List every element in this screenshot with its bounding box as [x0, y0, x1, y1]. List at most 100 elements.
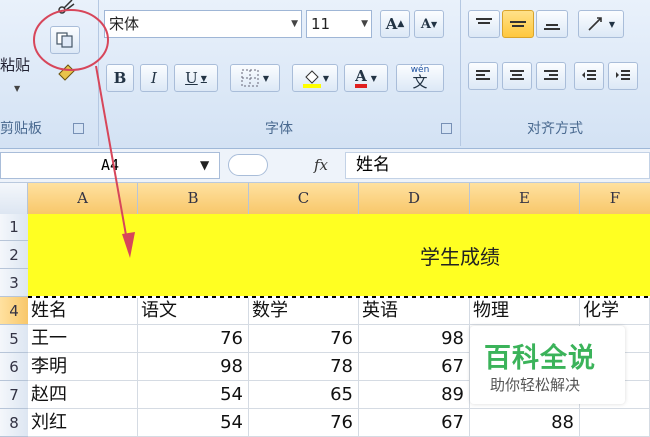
column-header-a[interactable]: A [28, 183, 138, 214]
row-header-7[interactable]: 7 [0, 381, 28, 409]
clipboard-group: 粘贴 ▼ 剪贴板 [0, 0, 99, 146]
chevron-down-icon: ▼ [608, 19, 616, 29]
select-all-button[interactable] [0, 183, 28, 214]
table-cell[interactable]: 65 [249, 381, 359, 409]
column-header-b[interactable]: B [138, 183, 249, 214]
header-cell[interactable]: 姓名 [28, 297, 138, 325]
column-header-d[interactable]: D [359, 183, 470, 214]
column-header-c[interactable]: C [249, 183, 359, 214]
clipboard-launcher-icon[interactable] [73, 123, 84, 134]
table-cell[interactable]: 98 [359, 325, 470, 353]
row-header-8[interactable]: 8 [0, 409, 28, 437]
formula-value: 姓名 [356, 155, 390, 175]
cut-button[interactable] [56, 0, 84, 16]
chevron-down-icon: ▼ [262, 73, 270, 83]
table-cell[interactable]: 赵四 [28, 381, 138, 409]
borders-button[interactable]: ▼ [230, 64, 280, 92]
watermark-brand: 百科全说 [484, 343, 596, 374]
align-center-button[interactable] [502, 62, 532, 90]
table-cell[interactable]: 王一 [28, 325, 138, 353]
name-box[interactable]: A4 [0, 152, 220, 179]
table-cell[interactable]: 54 [138, 409, 249, 437]
orientation-button[interactable]: ▼ [578, 10, 624, 38]
ribbon: 粘贴 ▼ 剪贴板 宋体 ▼ 11 ▼ A ▲ A ▼ B I U ▼ ▼ ▼ A… [0, 0, 650, 149]
table-cell[interactable]: 89 [359, 381, 470, 409]
table-cell[interactable]: 67 [359, 409, 470, 437]
header-cell[interactable]: 语文 [138, 297, 249, 325]
header-cell[interactable]: 物理 [470, 297, 580, 325]
table-cell[interactable]: 78 [249, 353, 359, 381]
chevron-down-icon: ▼ [322, 73, 330, 83]
table-cell[interactable]: 76 [249, 409, 359, 437]
chevron-down-icon: ▼ [361, 19, 368, 29]
header-cell[interactable]: 化学 [580, 297, 650, 325]
align-top-icon [476, 18, 492, 24]
table-cell[interactable]: 刘红 [28, 409, 138, 437]
table-cell[interactable]: 98 [138, 353, 249, 381]
decrease-indent-icon [582, 70, 596, 80]
phonetic-glyph: 文 [412, 73, 428, 91]
merged-title-cell[interactable] [28, 214, 650, 297]
phonetic-button[interactable]: wén 文 [396, 64, 444, 92]
align-bottom-button[interactable] [536, 10, 568, 38]
chevron-down-icon: ▼ [14, 84, 21, 93]
bold-label: B [113, 69, 127, 87]
table-cell[interactable] [580, 409, 650, 437]
table-cell[interactable]: 76 [138, 325, 249, 353]
name-box-value: A4 [100, 156, 120, 174]
row-header-3[interactable]: 3 [0, 269, 28, 297]
header-cell[interactable]: 数学 [249, 297, 359, 325]
table-cell[interactable]: 李明 [28, 353, 138, 381]
font-launcher-icon[interactable] [441, 123, 452, 134]
align-bottom-icon [544, 24, 560, 30]
row-header-4[interactable]: 4 [0, 297, 28, 325]
column-header-e[interactable]: E [470, 183, 580, 214]
column-header-f[interactable]: F [580, 183, 650, 214]
italic-button[interactable]: I [140, 64, 168, 92]
increase-indent-button[interactable] [608, 62, 638, 90]
row-header-5[interactable]: 5 [0, 325, 28, 353]
underline-button[interactable]: U ▼ [174, 64, 218, 92]
align-top-button[interactable] [468, 10, 500, 38]
row-header-1[interactable]: 1 [0, 214, 28, 241]
shrink-font-button[interactable]: A ▼ [414, 10, 444, 38]
grow-font-button[interactable]: A ▲ [380, 10, 410, 38]
shrink-font-label: A [420, 16, 431, 32]
paste-label: 粘贴 [0, 56, 31, 74]
copy-button[interactable] [50, 26, 80, 54]
font-group-label: 字体 [265, 121, 293, 137]
table-cell[interactable]: 88 [470, 409, 580, 437]
decrease-indent-button[interactable] [574, 62, 604, 90]
align-middle-button[interactable] [502, 10, 534, 38]
bold-button[interactable]: B [106, 64, 134, 92]
font-name-value: 宋体 [109, 15, 140, 33]
expand-handle[interactable] [228, 154, 268, 176]
align-middle-icon [510, 21, 526, 27]
font-group: 宋体 ▼ 11 ▼ A ▲ A ▼ B I U ▼ ▼ ▼ A ▼ wén 文 字体 [98, 0, 461, 146]
font-name-combo[interactable]: 宋体 ▼ [104, 10, 302, 38]
underline-label: U [185, 69, 198, 87]
format-painter-button[interactable] [56, 62, 80, 84]
font-size-combo[interactable]: 11 ▼ [306, 10, 372, 38]
fx-icon: fx [313, 156, 328, 174]
paste-button[interactable]: 粘贴 ▼ [0, 40, 38, 100]
row-header-2[interactable]: 2 [0, 241, 28, 269]
font-size-value: 11 [311, 15, 331, 33]
caret-down-icon: ▼ [430, 19, 438, 29]
fill-color-button[interactable]: ▼ [292, 64, 338, 92]
table-cell[interactable]: 67 [359, 353, 470, 381]
chevron-down-icon[interactable]: ▼ [200, 158, 209, 172]
sheet-title: 学生成绩 [420, 245, 500, 269]
align-left-button[interactable] [468, 62, 498, 90]
table-cell[interactable]: 76 [249, 325, 359, 353]
format-painter-icon [58, 64, 75, 81]
paint-bucket-icon [302, 70, 321, 88]
table-cell[interactable]: 54 [138, 381, 249, 409]
italic-label: I [151, 69, 157, 87]
header-cell[interactable]: 英语 [359, 297, 470, 325]
align-right-button[interactable] [536, 62, 566, 90]
insert-function-button[interactable]: fx [306, 152, 336, 179]
formula-input[interactable]: 姓名 [345, 152, 650, 179]
font-color-button[interactable]: A ▼ [344, 64, 388, 92]
row-header-6[interactable]: 6 [0, 353, 28, 381]
